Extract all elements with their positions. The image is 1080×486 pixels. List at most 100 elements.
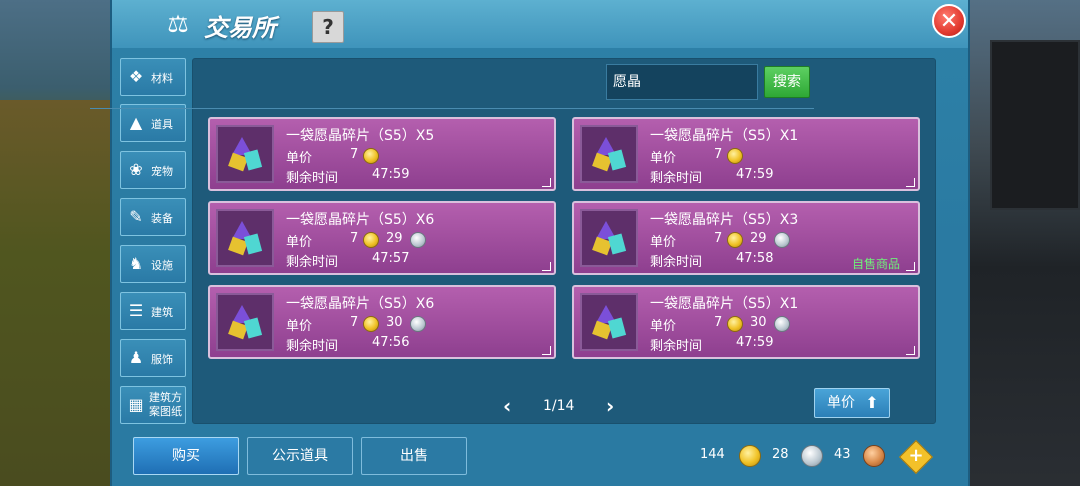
sort-arrow-icon: ⬆: [865, 393, 879, 412]
sidebar-item-items[interactable]: ▲ 道具: [120, 104, 186, 142]
listing-name: 一袋愿晶碎片（S5）X6: [286, 296, 435, 312]
sidebar-item-label: 建筑: [151, 306, 173, 319]
sort-by-price-button[interactable]: 单价 ⬆: [814, 388, 890, 418]
item-icon: ▲: [129, 113, 143, 132]
sidebar-item-materials[interactable]: ❖ 材料: [120, 58, 186, 96]
listing-name: 一袋愿晶碎片（S5）X6: [286, 212, 435, 228]
crystal-bag-icon: [580, 209, 638, 267]
page-indicator: 1/14: [543, 398, 575, 414]
copper-coin-icon: [863, 445, 885, 467]
listing-card[interactable]: 一袋愿晶碎片（S5）X5 单价 7 剩余时间 47:59: [208, 117, 556, 191]
gold-coin-icon: [363, 148, 379, 164]
background-scene-left: [0, 100, 112, 486]
time-left-value: 47:56: [372, 335, 410, 350]
sidebar-item-label: 道具: [151, 118, 173, 131]
gold-price: 7: [714, 315, 723, 330]
corner-mark: [542, 178, 551, 187]
sidebar-item-pets[interactable]: ❀ 宠物: [120, 151, 186, 189]
gold-coin-icon: [363, 316, 379, 332]
corner-mark: [542, 262, 551, 271]
unit-price-label: 单价: [650, 235, 677, 250]
silver-coin-icon: [410, 232, 426, 248]
listing-name: 一袋愿晶碎片（S5）X1: [650, 128, 799, 144]
listing-card[interactable]: 一袋愿晶碎片（S5）X3 单价 7 29 剩余时间 47:58 自售商品: [572, 201, 920, 275]
sidebar-item-equipment[interactable]: ✎ 装备: [120, 198, 186, 236]
search-button[interactable]: 搜索: [764, 66, 810, 98]
help-button[interactable]: ?: [312, 11, 344, 43]
gold-coin-icon: [363, 232, 379, 248]
crystal-bag-icon: [216, 125, 274, 183]
unit-price-label: 单价: [286, 235, 313, 250]
own-listing-badge: 自售商品: [852, 257, 901, 271]
corner-mark: [906, 262, 915, 271]
gold-amount: 144: [700, 447, 725, 462]
time-left-label: 剩余时间: [286, 171, 339, 186]
sidebar-item-buildings[interactable]: ☰ 建筑: [120, 292, 186, 330]
divider: [90, 108, 814, 109]
listing-name: 一袋愿晶碎片（S5）X1: [650, 296, 799, 312]
sell-tab[interactable]: 出售: [361, 437, 467, 475]
silver-coin-icon: [774, 232, 790, 248]
silver-coin-icon: [774, 316, 790, 332]
previous-page-button[interactable]: ‹: [503, 394, 511, 418]
clothing-icon: ♟: [128, 348, 144, 367]
silver-price: 30: [386, 315, 403, 330]
time-left-label: 剩余时间: [650, 339, 703, 354]
background-building: [990, 40, 1080, 210]
corner-mark: [542, 346, 551, 355]
listing-name: 一袋愿晶碎片（S5）X5: [286, 128, 435, 144]
equipment-icon: ✎: [129, 207, 143, 226]
unit-price-label: 单价: [650, 319, 677, 334]
facility-icon: ♞: [128, 254, 144, 273]
listing-card[interactable]: 一袋愿晶碎片（S5）X1 单价 7 30 剩余时间 47:59: [572, 285, 920, 359]
plus-icon: +: [908, 445, 924, 466]
sidebar-item-clothing[interactable]: ♟ 服饰: [120, 339, 186, 377]
silver-coin-icon: [801, 445, 823, 467]
sidebar-item-label: 设施: [151, 259, 173, 272]
time-left-value: 47:57: [372, 251, 410, 266]
gold-price: 7: [350, 231, 359, 246]
corner-mark: [906, 178, 915, 187]
silver-price: 29: [386, 231, 403, 246]
sidebar-item-label: 装备: [151, 212, 173, 225]
sidebar-item-blueprints[interactable]: ▦ 建筑方案图纸: [120, 386, 186, 424]
unit-price-label: 单价: [650, 151, 677, 166]
sort-label: 单价: [827, 395, 855, 411]
listing-card[interactable]: 一袋愿晶碎片（S5）X6 单价 7 30 剩余时间 47:56: [208, 285, 556, 359]
listing-name: 一袋愿晶碎片（S5）X3: [650, 212, 799, 228]
buy-tab[interactable]: 购买: [133, 437, 239, 475]
sidebar-item-facilities[interactable]: ♞ 设施: [120, 245, 186, 283]
sidebar-item-label: 服饰: [151, 353, 173, 366]
ore-icon: ❖: [128, 67, 144, 86]
blueprint-icon: ▦: [128, 395, 144, 414]
corner-mark: [906, 346, 915, 355]
listing-card[interactable]: 一袋愿晶碎片（S5）X6 单价 7 29 剩余时间 47:57: [208, 201, 556, 275]
listing-card[interactable]: 一袋愿晶碎片（S5）X1 单价 7 剩余时间 47:59: [572, 117, 920, 191]
time-left-label: 剩余时间: [650, 255, 703, 270]
building-icon: ☰: [128, 301, 144, 320]
gold-price: 7: [714, 147, 723, 162]
time-left-value: 47:59: [736, 167, 774, 182]
gold-price: 7: [350, 147, 359, 162]
close-button[interactable]: ✕: [932, 4, 966, 38]
gold-coin-icon: [727, 232, 743, 248]
unit-price-label: 单价: [286, 151, 313, 166]
window-title: 交易所: [204, 14, 276, 42]
next-page-button[interactable]: ›: [606, 394, 614, 418]
silver-coin-icon: [410, 316, 426, 332]
crystal-bag-icon: [216, 293, 274, 351]
search-input[interactable]: 愿晶: [606, 64, 758, 100]
gold-price: 7: [350, 315, 359, 330]
time-left-value: 47:59: [736, 335, 774, 350]
silver-price: 30: [750, 315, 767, 330]
crystal-bag-icon: [216, 209, 274, 267]
sidebar-item-label: 建筑方案图纸: [149, 391, 182, 418]
copper-amount: 43: [834, 447, 851, 462]
gold-price: 7: [714, 231, 723, 246]
time-left-value: 47:58: [736, 251, 774, 266]
public-items-tab[interactable]: 公示道具: [247, 437, 353, 475]
time-left-label: 剩余时间: [286, 339, 339, 354]
unit-price-label: 单价: [286, 319, 313, 334]
gold-coin-icon: [727, 148, 743, 164]
crystal-bag-icon: [580, 125, 638, 183]
